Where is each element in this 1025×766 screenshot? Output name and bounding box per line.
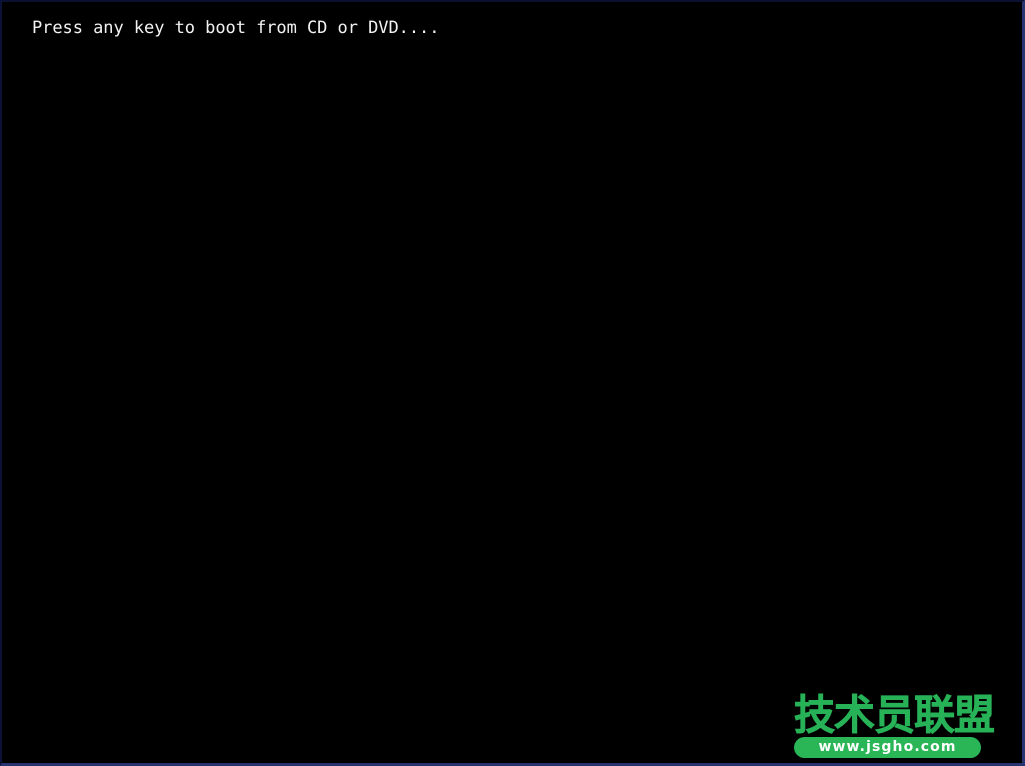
watermark-logo: 技术员联盟 www.jsgho.com (794, 691, 996, 758)
bios-boot-screen: Press any key to boot from CD or DVD....… (0, 0, 1025, 766)
watermark-url-text: www.jsgho.com (818, 739, 957, 755)
boot-prompt-text: Press any key to boot from CD or DVD.... (32, 18, 440, 38)
watermark-brand-text: 技术员联盟 (794, 691, 996, 739)
watermark-url-pill: www.jsgho.com (794, 737, 981, 758)
